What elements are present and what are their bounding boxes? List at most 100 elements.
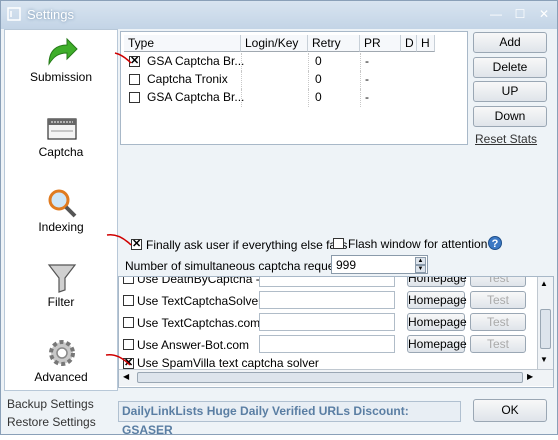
row-checkbox[interactable] [129,74,140,85]
solver-checkbox[interactable] [123,295,134,306]
scroll-up-icon[interactable]: ▲ [540,279,548,288]
flash-window-checkbox[interactable] [333,238,344,249]
column-header-type[interactable]: Type [124,35,241,52]
promo-banner[interactable]: DailyLinkLists Huge Daily Verified URLs … [118,401,461,437]
homepage-button[interactable]: Homepage [407,313,467,331]
homepage-button[interactable]: Homepage [407,291,467,309]
solver-key-field[interactable] [259,277,395,287]
row-pr: - [365,54,369,68]
annotation-mark [105,353,131,366]
horizontal-scrollbar[interactable]: ◀ ▶ [119,369,553,386]
num-requests-value: 999 [336,258,357,272]
row-type: Captcha Tronix [147,72,228,86]
help-icon[interactable]: ? [488,236,502,250]
delete-button[interactable]: Delete [473,57,547,78]
scroll-right-icon[interactable]: ▶ [527,372,533,381]
list-item: Use TextCaptchas.com Homepage Test [119,311,539,333]
gear-icon [49,340,75,366]
close-button[interactable]: ✕ [535,6,553,22]
test-button[interactable]: Test [470,313,526,331]
scroll-down-icon[interactable]: ▼ [540,355,548,364]
vertical-scrollbar[interactable]: ▲ ▼ [537,277,553,369]
list-item: Use TextCaptchaSolver Homepage Test [119,289,539,311]
cell-divider [241,71,242,89]
restore-settings-link[interactable]: Restore Settings [7,415,96,429]
column-header-d[interactable]: D [401,35,417,52]
cell-divider [308,53,309,71]
solver-key-field[interactable] [259,291,395,309]
sidebar-item-label: Submission [29,70,93,84]
window-title: Settings [27,7,74,22]
column-header-login[interactable]: Login/Key [241,35,308,52]
solver-label: Use TextCaptchaSolver [137,294,263,308]
maximize-button[interactable]: ☐ [511,6,529,22]
test-button[interactable]: Test [470,335,526,353]
homepage-button[interactable]: Homepage [407,335,467,353]
solver-checkbox[interactable] [123,277,134,284]
table-row[interactable]: GSA Captcha Br... 0 - [123,53,443,71]
sidebar-item-submission[interactable]: Submission [5,30,117,105]
test-button[interactable]: Test [470,291,526,309]
sidebar-item-captcha[interactable]: Captcha [5,105,117,180]
title-bar[interactable]: Settings — ☐ ✕ [1,1,557,29]
list-item: Use DeathByCaptcha - Key Homepage Test [119,277,539,289]
spin-down-icon[interactable]: ▼ [415,265,426,273]
solver-checkbox[interactable] [123,317,134,328]
spin-up-icon[interactable]: ▲ [415,257,426,265]
solver-key-field[interactable] [259,313,395,331]
homepage-button[interactable]: Homepage [407,277,467,287]
green-arrow-icon [48,37,78,66]
row-type: GSA Captcha Br... [147,54,245,68]
sidebar-item-label: Captcha [38,145,84,159]
settings-window: Settings — ☐ ✕ Submission Captcha Indexi… [0,0,558,437]
column-header-h[interactable]: H [417,35,435,52]
cell-divider [360,71,361,89]
cell-divider [241,53,242,71]
dialog-client: Submission Captcha Indexing Filter Advan… [1,29,557,437]
sidebar-item-indexing[interactable]: Indexing [5,180,117,255]
annotation-mark [106,233,132,246]
up-button[interactable]: UP [473,81,547,102]
test-button[interactable]: Test [470,277,526,287]
num-requests-label: Number of simultaneous captcha requests [125,259,350,273]
row-retry: 0 [315,72,322,86]
solver-label: Use TextCaptchas.com [137,316,261,330]
sidebar-item-advanced[interactable]: Advanced [5,330,117,405]
row-type: GSA Captcha Br... [147,90,245,104]
flash-window-label: Flash window for attention [348,237,488,251]
reset-stats-link[interactable]: Reset Stats [475,132,537,146]
captcha-solver-list: Use DeathByCaptcha - Key Homepage Test U… [118,276,554,388]
funnel-icon [47,264,77,293]
sidebar-item-label: Filter [47,295,75,309]
table-row[interactable]: Captcha Tronix 0 - [123,71,443,89]
indexing-icon [48,189,77,218]
column-header-pr[interactable]: PR [360,35,401,52]
solver-checkbox[interactable] [123,339,134,350]
solver-key-field[interactable] [259,335,395,353]
sidebar: Submission Captcha Indexing Filter Advan… [4,29,118,391]
num-requests-stepper[interactable]: 999 ▲ ▼ [331,255,428,274]
sidebar-item-filter[interactable]: Filter [5,255,117,330]
minimize-button[interactable]: — [487,6,505,22]
scroll-thumb[interactable] [540,309,551,349]
row-pr: - [365,90,369,104]
table-row[interactable]: GSA Captcha Br... 0 - [123,89,443,107]
ok-button[interactable]: OK [473,399,547,422]
row-pr: - [365,72,369,86]
sidebar-item-label: Indexing [38,220,84,234]
add-button[interactable]: Add [473,32,547,53]
down-button[interactable]: Down [473,106,547,127]
backup-settings-link[interactable]: Backup Settings [7,397,94,411]
cell-divider [360,53,361,71]
captcha-icon [47,118,77,140]
captcha-services-table: Type Login/Key Retry PR D H GSA Captcha … [120,31,468,145]
row-checkbox[interactable] [129,92,140,103]
finally-ask-label: Finally ask user if everything else fail… [146,238,348,252]
column-header-retry[interactable]: Retry [308,35,360,52]
app-icon [7,7,21,21]
list-item: Use Answer-Bot.com Homepage Test [119,333,539,355]
solver-label: Use SpamVilla text captcha solver [137,356,319,370]
scroll-thumb[interactable] [137,372,523,383]
sidebar-item-label: Advanced [34,370,88,384]
scroll-left-icon[interactable]: ◀ [123,372,129,381]
